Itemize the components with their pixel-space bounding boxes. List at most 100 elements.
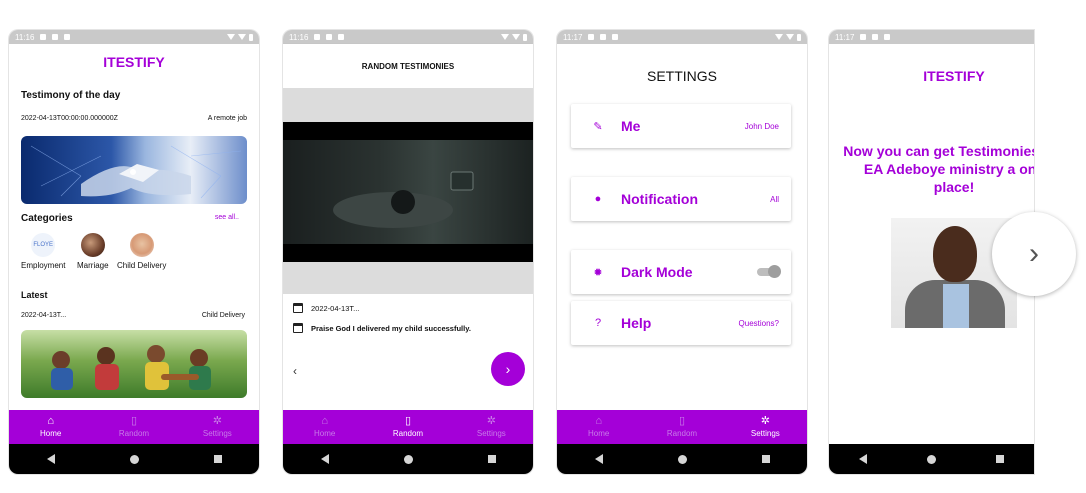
system-navigation-bar — [9, 444, 259, 474]
back-icon[interactable] — [859, 454, 867, 464]
latest-date: 2022-04-13T... — [21, 312, 67, 319]
text-row: Praise God I delivered my child successf… — [293, 323, 471, 333]
sim-status-icon — [612, 34, 619, 40]
category-marriage[interactable]: Marriage — [77, 233, 109, 270]
settings-status-icon — [588, 34, 595, 40]
bell-icon: ● — [594, 193, 602, 205]
setting-help[interactable]: ? Help Questions? — [571, 301, 791, 345]
wifi-icon — [501, 34, 509, 40]
home-circle-icon[interactable] — [677, 454, 687, 464]
setting-value: John Doe — [744, 121, 779, 131]
battery-icon — [249, 33, 253, 41]
status-bar: 11:16 — [283, 30, 533, 44]
recents-icon[interactable] — [213, 455, 222, 463]
testimony-date: 2022-04-13T00:00:00.000000Z — [21, 115, 118, 122]
back-icon[interactable] — [320, 454, 329, 464]
setting-dark-mode[interactable]: ✹ Dark Mode — [571, 250, 791, 294]
video-frame — [283, 122, 533, 262]
shield-status-icon — [52, 34, 59, 40]
setting-value: Questions? — [738, 318, 779, 328]
bottom-navigation: ⌂ Home ▯ Random ✲ Settings — [283, 410, 533, 444]
back-icon[interactable] — [46, 454, 55, 464]
phone-random-icon: ▯ — [404, 415, 412, 427]
battery-icon — [797, 33, 801, 41]
settings-status-icon — [860, 34, 867, 40]
recents-icon[interactable] — [761, 455, 770, 463]
testimony-tag: A remote job — [207, 115, 247, 122]
calendar-icon — [293, 323, 303, 333]
sim-status-icon — [338, 34, 345, 40]
employment-logo: FLOYE — [31, 233, 56, 257]
latest-heading: Latest — [21, 290, 48, 300]
shield-status-icon — [872, 34, 879, 40]
help-icon: ? — [594, 317, 602, 329]
random-screen: 11:16 RANDOM TESTIMONIES 2022-04-13T... … — [283, 30, 533, 474]
gear-icon: ✲ — [486, 415, 496, 427]
bottom-navigation: ⌂ Home ▯ Random ✲ Settings — [9, 410, 259, 444]
video-scene — [283, 140, 533, 244]
app-title: ITESTIFY — [923, 68, 985, 84]
setting-notification[interactable]: ● Notification All — [571, 177, 791, 221]
carousel-next-button[interactable]: › — [992, 212, 1076, 296]
nav-home-tab[interactable]: ⌂ Home — [564, 416, 634, 439]
testimony-date: 2022-04-13T... — [311, 303, 360, 313]
app-title: ITESTIFY — [103, 54, 165, 70]
date-row: 2022-04-13T... — [293, 303, 359, 313]
nav-random-tab[interactable]: ▯ Random — [647, 415, 717, 439]
child-delivery-image — [129, 233, 154, 257]
nav-home-tab[interactable]: ⌂ Home — [16, 415, 86, 439]
nav-settings-tab[interactable]: ✲ Settings — [730, 415, 800, 439]
status-time: 11:16 — [289, 32, 309, 42]
page-title: SETTINGS — [646, 68, 717, 84]
home-circle-icon[interactable] — [927, 454, 936, 464]
home-screen: 11:16 ITESTIFY Testimony of the day 2022… — [9, 30, 259, 474]
sun-icon: ✹ — [593, 266, 603, 279]
phone-random-icon: ▯ — [678, 415, 686, 427]
settings-status-icon — [40, 34, 47, 40]
wifi-icon — [775, 34, 783, 40]
nav-random-tab[interactable]: ▯ Random — [373, 415, 443, 439]
testimony-image[interactable] — [21, 136, 247, 204]
settings-status-icon — [314, 34, 321, 40]
latest-tag: Child Delivery — [201, 312, 245, 319]
setting-me[interactable]: ✎ Me John Doe — [571, 104, 791, 148]
latest-image[interactable] — [21, 330, 247, 398]
nav-random-tab[interactable]: ▯ Random — [99, 416, 169, 439]
status-time: 11:17 — [563, 32, 583, 42]
video-player[interactable] — [283, 88, 533, 294]
nav-home-tab[interactable]: ⌂ Home — [290, 415, 360, 439]
nav-settings-tab[interactable]: ✲ Settings — [456, 415, 526, 439]
sim-status-icon — [64, 34, 71, 40]
system-navigation-bar — [829, 444, 1034, 474]
home-circle-icon[interactable] — [403, 454, 413, 464]
shield-status-icon — [326, 34, 333, 40]
home-icon: ⌂ — [47, 415, 54, 427]
nav-settings-tab[interactable]: ✲ Settings — [182, 416, 252, 439]
status-bar: 11:16 — [9, 30, 259, 44]
category-child-delivery[interactable]: Child Delivery — [117, 233, 166, 270]
photo-shirt — [943, 284, 969, 328]
gear-icon: ✲ — [760, 415, 770, 427]
see-all-link[interactable]: see all.. — [215, 214, 239, 221]
back-icon[interactable] — [594, 454, 603, 464]
photo-face — [933, 226, 977, 282]
home-icon: ⌂ — [321, 415, 328, 427]
page-title: RANDOM TESTIMONIES — [283, 44, 533, 88]
next-button[interactable]: › — [491, 352, 525, 386]
dark-mode-toggle[interactable] — [757, 265, 781, 278]
pencil-icon: ✎ — [593, 120, 603, 133]
testimony-text: Praise God I delivered my child successf… — [311, 323, 471, 333]
recents-icon[interactable] — [487, 455, 496, 463]
recents-icon[interactable] — [996, 455, 1004, 463]
category-label: Employment — [21, 261, 66, 270]
system-navigation-bar — [283, 444, 533, 474]
system-navigation-bar — [557, 444, 807, 474]
setting-value: All — [770, 194, 779, 204]
category-employment[interactable]: FLOYE Employment — [21, 233, 65, 270]
previous-button[interactable]: ‹ — [293, 364, 297, 378]
home-circle-icon[interactable] — [129, 454, 139, 464]
battery-icon — [523, 33, 527, 41]
marriage-image — [80, 233, 105, 257]
category-label: Marriage — [77, 261, 109, 270]
status-time: 11:17 — [835, 32, 855, 42]
